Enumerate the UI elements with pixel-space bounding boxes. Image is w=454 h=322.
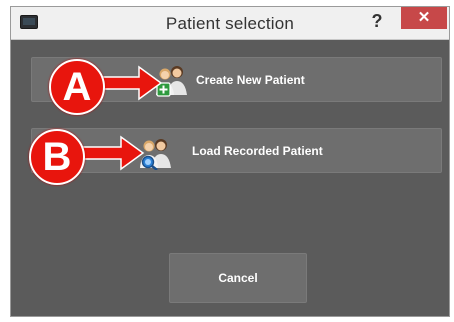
annotation-b-marker: B — [29, 129, 85, 185]
title-bar[interactable]: Patient selection ? ✕ — [11, 7, 449, 40]
arrow-b-icon — [81, 135, 145, 171]
create-new-patient-label: Create New Patient — [196, 73, 305, 87]
patient-selection-dialog: Patient selection ? ✕ Create New Patient — [10, 6, 450, 317]
close-button[interactable]: ✕ — [401, 7, 447, 29]
load-recorded-patient-label: Load Recorded Patient — [192, 144, 323, 158]
arrow-a-icon — [99, 65, 163, 101]
annotation-a-marker: A — [49, 59, 105, 115]
help-button[interactable]: ? — [363, 10, 391, 32]
cancel-button[interactable]: Cancel — [169, 253, 307, 303]
